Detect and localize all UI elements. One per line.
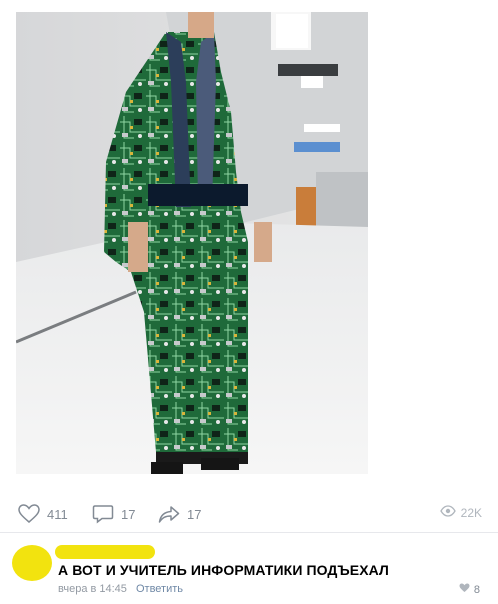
post-action-bar: 411 17 17 22K — [0, 500, 498, 530]
comment-button[interactable]: 17 — [92, 504, 135, 524]
views-counter: 22K — [439, 505, 482, 520]
comment-like-button[interactable]: 8 — [459, 583, 480, 596]
commenter-avatar-redacted[interactable] — [12, 545, 52, 581]
comment-timestamp: вчера в 14:45 — [58, 583, 127, 595]
like-button[interactable]: 411 — [18, 504, 68, 524]
comment-text: А ВОТ И УЧИТЕЛЬ ИНФОРМАТИКИ ПОДЪЕХАЛ — [58, 562, 389, 578]
comment-like-count: 8 — [473, 583, 480, 596]
like-count: 411 — [47, 506, 68, 522]
reply-link[interactable]: Ответить — [136, 583, 183, 595]
circuit-kimono-photo — [16, 12, 368, 474]
comment-bubble-icon — [92, 504, 114, 524]
heart-icon — [459, 583, 470, 596]
comment-meta: вчера в 14:45 Ответить — [58, 583, 183, 595]
commenter-name-redacted[interactable] — [55, 545, 155, 559]
share-arrow-icon — [158, 504, 180, 524]
share-count: 17 — [187, 506, 202, 522]
share-button[interactable]: 17 — [158, 504, 201, 524]
section-divider — [0, 532, 498, 533]
comment-count: 17 — [121, 506, 136, 522]
heart-icon — [18, 504, 40, 524]
post-photo[interactable] — [16, 12, 368, 474]
views-count: 22K — [460, 505, 482, 520]
eye-icon — [439, 505, 456, 520]
